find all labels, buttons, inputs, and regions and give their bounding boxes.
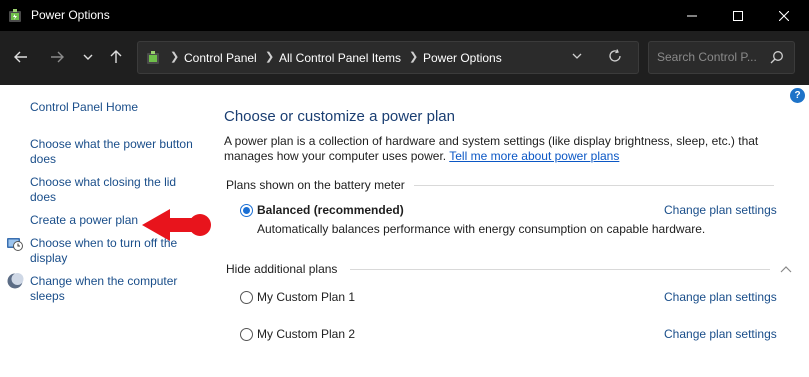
annotation-arrow-icon <box>142 209 211 241</box>
minimize-button[interactable] <box>669 0 715 31</box>
divider <box>414 185 774 186</box>
sidebar-item-label: Change when the computer <box>30 274 178 288</box>
chevron-down-icon <box>83 54 93 60</box>
address-dropdown-icon[interactable] <box>572 50 582 62</box>
recent-locations-button[interactable] <box>78 47 98 67</box>
sidebar-item-label: does <box>30 190 57 204</box>
page-description: A power plan is a collection of hardware… <box>224 134 764 164</box>
up-button[interactable] <box>106 47 126 67</box>
sidebar-item-closing-lid[interactable]: Choose what closing the lid does <box>30 175 176 205</box>
description-text: manages how your computer uses power. <box>224 149 447 163</box>
learn-more-link[interactable]: Tell me more about power plans <box>449 149 619 163</box>
plan-name-custom-1: My Custom Plan 1 <box>257 290 356 304</box>
search-input[interactable] <box>657 50 769 64</box>
description-text: A power plan is a collection of hardware… <box>224 134 759 148</box>
sidebar-item-label: display <box>30 251 68 265</box>
minimize-icon <box>687 15 697 16</box>
moon-sleep-icon <box>7 273 24 289</box>
plan-name-balanced: Balanced (recommended) <box>257 203 404 217</box>
sidebar-item-label: Create a power plan <box>30 213 139 227</box>
sidebar-item-create-power-plan[interactable]: Create a power plan <box>30 213 138 228</box>
display-clock-icon <box>7 238 23 251</box>
battery-meter-group-label: Plans shown on the battery meter <box>226 178 405 192</box>
window-title: Power Options <box>31 8 110 22</box>
sidebar-item-power-button[interactable]: Choose what the power button does <box>30 137 193 167</box>
maximize-icon <box>733 10 743 21</box>
search-icon[interactable] <box>770 50 784 64</box>
close-button[interactable] <box>761 0 807 31</box>
search-box[interactable] <box>648 41 795 74</box>
back-button[interactable] <box>11 47 31 67</box>
close-icon <box>779 10 789 21</box>
navigation-bar: ❯ Control Panel ❯ All Control Panel Item… <box>0 31 809 85</box>
sidebar-item-label: Choose what closing the lid <box>30 175 177 189</box>
sidebar-item-label: sleeps <box>30 289 65 303</box>
arrow-up-icon <box>110 50 122 63</box>
sidebar-item-label: does <box>30 152 57 166</box>
chevron-right-icon: ❯ <box>409 51 419 63</box>
change-plan-settings-link[interactable]: Change plan settings <box>664 203 777 217</box>
breadcrumb-power-options[interactable]: Power Options <box>423 51 502 65</box>
plan-radio-custom-2[interactable] <box>240 328 253 341</box>
breadcrumb-control-panel[interactable]: Control Panel <box>184 51 257 65</box>
plan-radio-balanced[interactable] <box>240 204 253 217</box>
content-area: Control Panel Home Choose what the power… <box>0 85 809 377</box>
maximize-button[interactable] <box>715 0 761 31</box>
divider <box>350 269 770 270</box>
change-plan-settings-link[interactable]: Change plan settings <box>664 290 777 304</box>
plan-radio-custom-1[interactable] <box>240 291 253 304</box>
chevron-right-icon: ❯ <box>170 51 180 63</box>
address-bar[interactable]: ❯ Control Panel ❯ All Control Panel Item… <box>137 41 639 74</box>
chevron-up-icon[interactable] <box>780 264 792 274</box>
page-title: Choose or customize a power plan <box>224 108 455 125</box>
control-panel-home-link[interactable]: Control Panel Home <box>30 100 138 115</box>
plan-name-custom-2: My Custom Plan 2 <box>257 327 356 341</box>
main-panel: Choose or customize a power plan A power… <box>224 85 809 377</box>
forward-button[interactable] <box>47 47 67 67</box>
arrow-left-icon <box>14 51 27 63</box>
title-bar: Power Options <box>0 0 809 31</box>
sidebar-item-label: Choose what the power button <box>30 137 193 151</box>
breadcrumb-all-items[interactable]: All Control Panel Items <box>279 51 401 65</box>
chevron-right-icon: ❯ <box>265 51 275 63</box>
refresh-icon[interactable] <box>608 49 622 67</box>
sidebar-item-computer-sleeps[interactable]: Change when the computer sleeps <box>30 274 177 304</box>
power-options-icon <box>9 9 21 22</box>
power-options-icon <box>147 51 159 64</box>
plan-description: Automatically balances performance with … <box>257 222 706 236</box>
arrow-right-icon <box>51 51 64 63</box>
change-plan-settings-link[interactable]: Change plan settings <box>664 327 777 341</box>
hide-additional-plans-label[interactable]: Hide additional plans <box>226 262 337 276</box>
